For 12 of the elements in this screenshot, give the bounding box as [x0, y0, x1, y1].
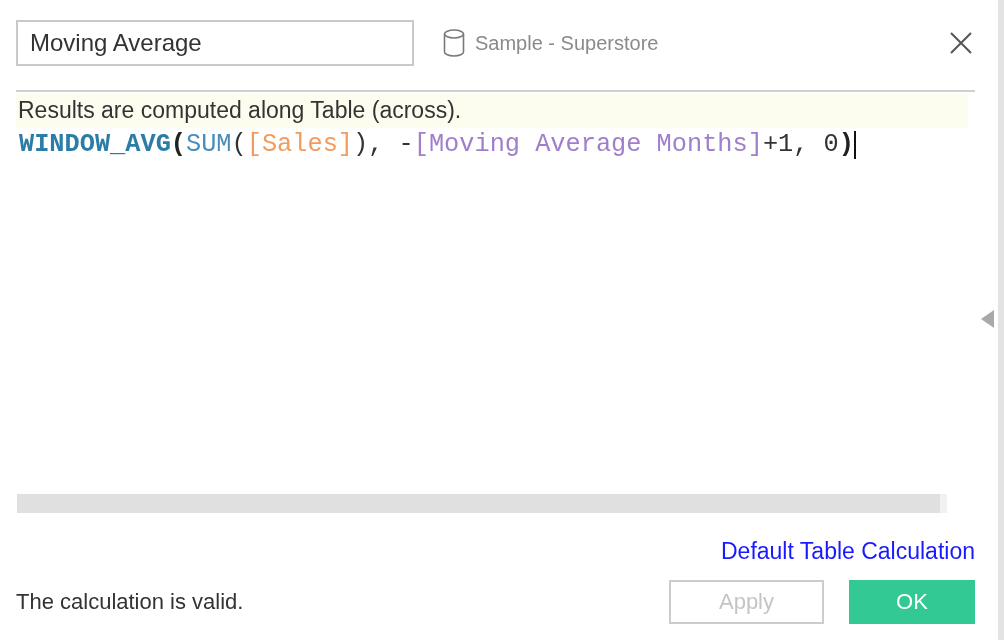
computation-notice: Results are computed along Table (across). [16, 93, 968, 128]
database-icon [443, 29, 465, 57]
horizontal-scrollbar[interactable] [17, 494, 947, 513]
name-field[interactable]: Moving Average [16, 20, 414, 66]
text-cursor [854, 131, 856, 159]
close-icon[interactable] [950, 32, 972, 54]
formula-editor[interactable]: Results are computed along Table (across). WINDOW_AVG(SUM([Sales]), -[Moving Average Months]+1, 0) [16, 90, 975, 520]
formula-code: WINDOW_AVG(SUM([Sales]), -[Moving Average Months]+1, 0) [19, 130, 854, 160]
left-triangle-icon[interactable] [981, 310, 994, 328]
validation-status: The calculation is valid. [16, 589, 245, 615]
default-table-calculation-link[interactable]: Default Table Calculation [721, 537, 975, 565]
data-source-label: Sample - Superstore [475, 31, 659, 55]
